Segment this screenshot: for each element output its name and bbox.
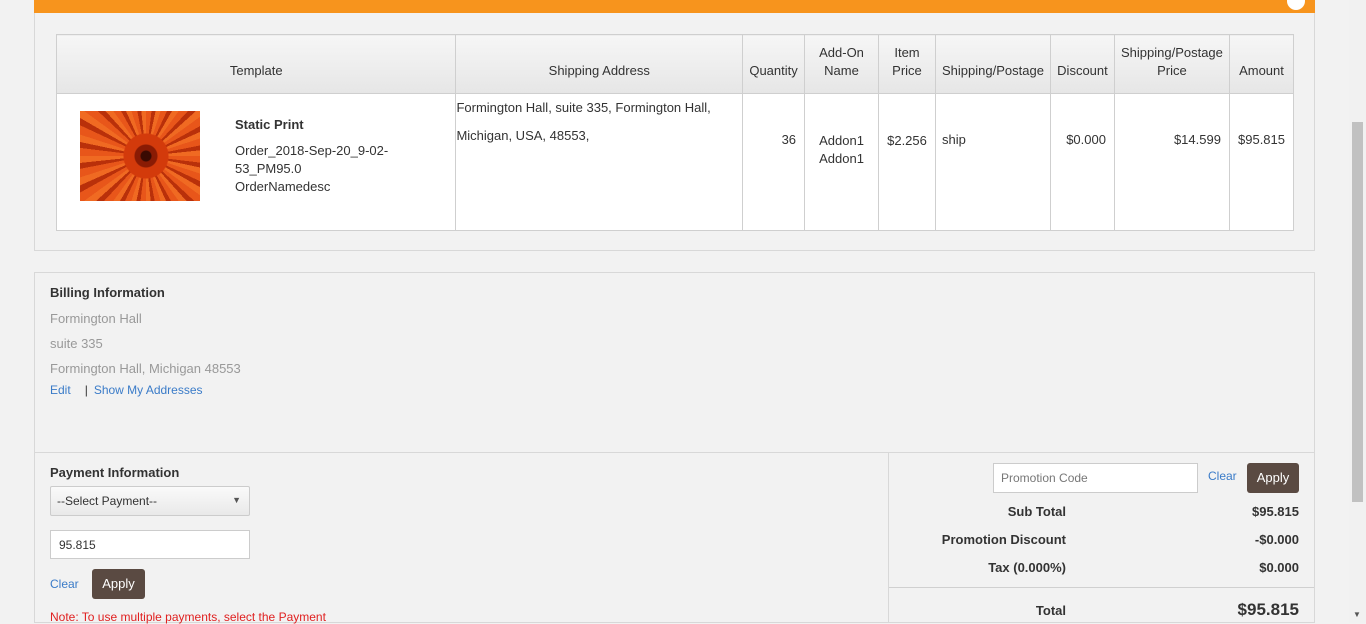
- header-addon-name: Add-On Name: [804, 34, 879, 94]
- table-row: Static Print Order_2018-Sep-20_9-02-53_P…: [55, 93, 1295, 231]
- payment-clear-link[interactable]: Clear: [50, 577, 79, 591]
- header-item-price: Item Price: [878, 34, 936, 94]
- shipping-address-cell: Formington Hall, suite 335, Formington H…: [455, 93, 744, 231]
- scrollbar-thumb[interactable]: [1352, 122, 1363, 502]
- subtotal-label: Sub Total: [1007, 504, 1066, 519]
- order-panel: Template Shipping Address Quantity Add-O…: [34, 13, 1315, 251]
- billing-line3: Formington Hall, Michigan 48553: [50, 361, 241, 376]
- tax-value: $0.000: [1259, 560, 1299, 575]
- tax-label: Tax (0.000%): [988, 560, 1066, 575]
- total-value: $95.815: [1237, 600, 1299, 619]
- address-line1: Formington Hall, suite 335, Formington H…: [456, 100, 711, 115]
- scroll-down-arrow-icon[interactable]: ▼: [1353, 610, 1361, 619]
- header-discount: Discount: [1049, 34, 1115, 94]
- header-shipping-postage-price: Shipping/Postage Price: [1113, 34, 1230, 94]
- multiple-payments-note: Note: To use multiple payments, select t…: [50, 610, 326, 624]
- payment-title: Payment Information: [50, 465, 180, 480]
- header-shipping-address: Shipping Address: [455, 34, 744, 94]
- section-header-bar: [34, 0, 1315, 13]
- address-line2: Michigan, USA, 48553,: [456, 128, 590, 143]
- template-cell: Static Print Order_2018-Sep-20_9-02-53_P…: [55, 93, 457, 231]
- payment-amount-input[interactable]: [50, 530, 250, 559]
- template-thumbnail[interactable]: [80, 111, 200, 201]
- template-title: Static Print: [235, 117, 304, 132]
- header-template: Template: [55, 34, 457, 94]
- shipping-postage-price-cell: $14.599: [1113, 93, 1230, 231]
- addon-name-1: Addon1: [819, 133, 864, 148]
- quantity-cell: 36: [742, 93, 806, 231]
- billing-title: Billing Information: [50, 285, 165, 300]
- promotion-code-input[interactable]: [993, 463, 1198, 493]
- promo-apply-button[interactable]: Apply: [1247, 463, 1299, 493]
- promo-discount-label: Promotion Discount: [941, 532, 1066, 547]
- item-price-cell: $2.256: [878, 93, 936, 231]
- header-quantity: Quantity: [742, 34, 806, 94]
- subtotal-value: $95.815: [1252, 504, 1299, 519]
- addon-name-2: Addon1: [819, 151, 864, 166]
- edit-billing-link[interactable]: Edit: [50, 383, 71, 397]
- payment-panel: Payment Information --Select Payment-- ▼…: [34, 452, 889, 624]
- billing-line2: suite 335: [50, 336, 103, 351]
- payment-select-value: --Select Payment--: [57, 494, 158, 508]
- total-label: Total: [1035, 603, 1066, 618]
- summary-divider: [889, 587, 1314, 588]
- billing-panel: Billing Information Formington Hall suit…: [34, 272, 1315, 453]
- payment-select[interactable]: --Select Payment-- ▼: [50, 486, 250, 516]
- order-summary-panel: Clear Apply Sub Total $95.815 Promotion …: [888, 452, 1315, 623]
- template-description: OrderNamedesc: [235, 179, 331, 194]
- template-order-name: Order_2018-Sep-20_9-02-53_PM95.0: [235, 143, 389, 176]
- addon-cell: Addon1 Addon1: [804, 93, 879, 231]
- show-my-addresses-link[interactable]: Show My Addresses: [94, 383, 203, 397]
- promo-clear-link[interactable]: Clear: [1208, 469, 1237, 483]
- header-amount: Amount: [1228, 34, 1295, 94]
- link-separator: |: [84, 383, 88, 397]
- discount-cell: $0.000: [1049, 93, 1115, 231]
- billing-line1: Formington Hall: [50, 311, 142, 326]
- shipping-postage-cell: ship: [934, 93, 1051, 231]
- chevron-down-icon: ▼: [232, 495, 241, 505]
- amount-cell: $95.815: [1228, 93, 1295, 231]
- page-scrollbar[interactable]: ▼: [1349, 0, 1366, 623]
- order-table: Template Shipping Address Quantity Add-O…: [55, 34, 1295, 231]
- payment-apply-button[interactable]: Apply: [92, 569, 145, 599]
- promo-discount-value: -$0.000: [1254, 532, 1299, 547]
- header-shipping-postage: Shipping/Postage: [934, 34, 1051, 94]
- collapse-icon[interactable]: [1287, 0, 1305, 10]
